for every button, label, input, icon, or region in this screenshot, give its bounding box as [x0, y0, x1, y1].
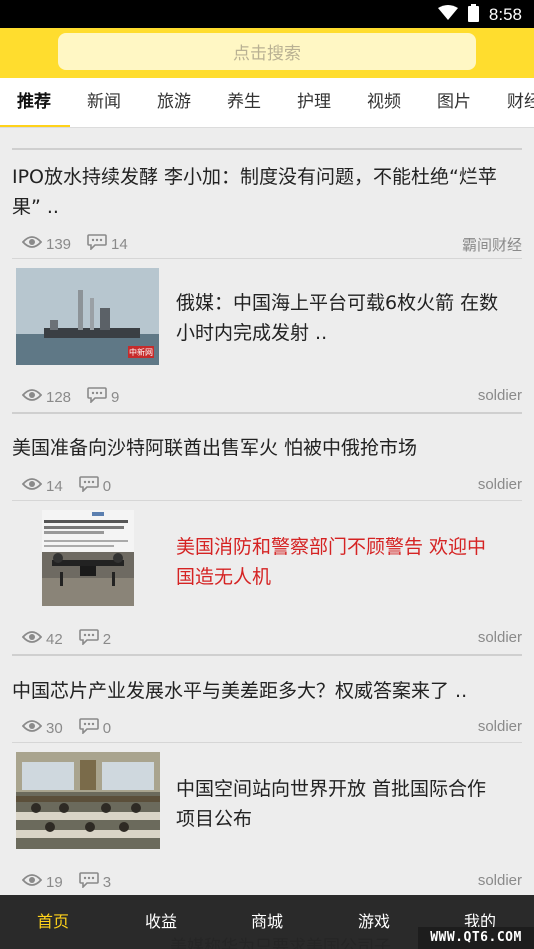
image-badge: 中新网 [129, 347, 153, 357]
tab-pictures[interactable]: 图片 [437, 78, 471, 127]
comment-icon [87, 234, 111, 254]
comment-count: 2 [102, 630, 112, 648]
article-source: soldier [477, 476, 522, 493]
comment-count: 0 [102, 477, 112, 495]
comment-count: 9 [111, 388, 120, 406]
article-title[interactable]: IPO放水持续发酵 李小加：制度没有问题，不能杜绝“烂苹 果” .. [12, 162, 524, 222]
article-meta: 30 0 [21, 718, 127, 738]
divider [12, 412, 522, 414]
article-meta: 42 2 [21, 629, 127, 649]
wifi-icon [437, 5, 458, 25]
tab-video[interactable]: 视频 [367, 78, 401, 127]
search-header: 点击搜索 [0, 28, 534, 78]
eye-icon [21, 477, 46, 495]
comment-icon [78, 718, 103, 738]
article-source: soldier [477, 718, 522, 735]
comment-count: 3 [102, 873, 112, 891]
article-meta: 128 9 [21, 387, 135, 407]
article-title[interactable]: 中国空间站向世界开放 首批国际合作 项目公布 [176, 774, 521, 834]
search-input[interactable]: 点击搜索 [58, 33, 476, 70]
tab-recommend[interactable]: 推荐 [17, 78, 51, 127]
nav-home[interactable]: 首页 [13, 895, 93, 949]
category-tabs: 推荐 新闻 旅游 养生 护理 视频 图片 财经 [0, 78, 534, 128]
article-meta: 139 14 [21, 234, 144, 254]
comment-count: 0 [102, 719, 112, 737]
view-count: 14 [46, 477, 63, 495]
article-title[interactable]: 俄媒：中国海上平台可载6枚火箭 在数 小时内完成发射 .. [176, 288, 521, 348]
eye-icon [21, 873, 46, 891]
eye-icon [21, 719, 46, 737]
article-thumbnail[interactable] [42, 510, 134, 606]
watermark: WWW.QT6.COM [418, 927, 534, 949]
status-time: 8:58 [488, 5, 522, 24]
article-title[interactable]: 中国芯片产业发展水平与美差距多大？权威答案来了 .. [12, 676, 524, 706]
view-count: 139 [46, 235, 72, 253]
view-count: 42 [46, 630, 63, 648]
article-meta: 14 0 [21, 476, 127, 496]
eye-icon [21, 235, 46, 253]
search-placeholder: 点击搜索 [233, 44, 301, 64]
divider [12, 148, 522, 150]
tab-finance[interactable]: 财经 [507, 78, 534, 127]
eye-icon [21, 630, 46, 648]
divider [12, 500, 522, 501]
tab-health[interactable]: 养生 [227, 78, 261, 127]
eye-icon [21, 388, 46, 406]
battery-icon [467, 4, 479, 26]
article-source: soldier [477, 629, 522, 646]
article-meta: 19 3 [21, 872, 127, 892]
comment-icon [78, 872, 103, 892]
view-count: 30 [46, 719, 63, 737]
divider [12, 654, 522, 656]
tab-travel[interactable]: 旅游 [157, 78, 191, 127]
tab-news[interactable]: 新闻 [87, 78, 121, 127]
view-count: 128 [46, 388, 72, 406]
comment-icon [78, 629, 103, 649]
comment-count: 14 [111, 235, 128, 253]
article-source: soldier [477, 872, 522, 889]
article-title-highlighted[interactable]: 美国消防和警察部门不顾警告 欢迎中 国造无人机 [176, 532, 521, 592]
divider [12, 258, 522, 259]
next-article-title-partial: 美媒称华为只要求美国公司子 [170, 937, 391, 949]
comment-icon [87, 387, 111, 407]
view-count: 19 [46, 873, 63, 891]
article-source: 霸间财经 [461, 237, 522, 254]
article-thumbnail[interactable]: 中新网 [16, 268, 159, 365]
article-source: soldier [477, 387, 522, 404]
news-feed[interactable]: IPO放水持续发酵 李小加：制度没有问题，不能杜绝“烂苹 果” .. 139 1… [0, 128, 534, 949]
article-thumbnail[interactable] [16, 752, 160, 849]
divider [12, 742, 522, 743]
comment-icon [78, 476, 103, 496]
status-bar: 8:58 [0, 0, 534, 28]
article-title[interactable]: 美国准备向沙特阿联酋出售军火 怕被中俄抢市场 [12, 433, 524, 463]
tab-care[interactable]: 护理 [297, 78, 331, 127]
